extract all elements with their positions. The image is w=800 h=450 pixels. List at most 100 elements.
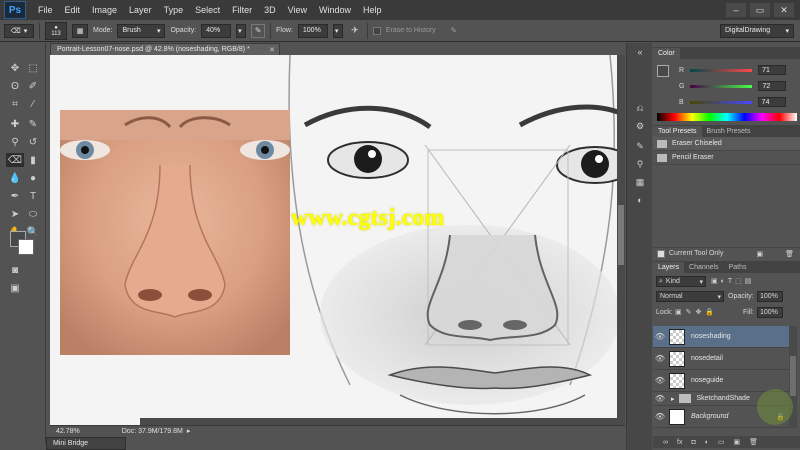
menu-view[interactable]: View (282, 5, 313, 15)
mini-bridge-tab[interactable]: Mini Bridge (46, 437, 126, 450)
green-slider[interactable] (690, 84, 753, 88)
trash-icon[interactable]: 🗑 (785, 250, 794, 258)
eyedropper-tool-icon[interactable]: ⁄ (24, 97, 42, 111)
blue-slider[interactable] (689, 100, 752, 104)
scrollbar-thumb[interactable] (790, 356, 796, 396)
layer-opacity-input[interactable]: 100% (757, 291, 783, 302)
blur-tool-icon[interactable]: 💧 (6, 171, 24, 185)
quick-select-tool-icon[interactable]: ✐ (24, 79, 42, 93)
trash-icon[interactable]: 🗑 (749, 438, 758, 446)
tab-channels[interactable]: Channels (684, 262, 724, 273)
current-tool-only-checkbox[interactable] (657, 249, 665, 258)
properties-panel-icon[interactable]: ⚙ (634, 121, 646, 131)
tab-tool-presets[interactable]: Tool Presets (653, 126, 702, 137)
preset-item[interactable]: Eraser Chiseled (653, 137, 800, 151)
layer-row[interactable]: 👁 noseshading (653, 326, 789, 348)
opacity-dropdown[interactable]: ▾ (236, 23, 247, 38)
tab-paths[interactable]: Paths (724, 262, 752, 273)
group-icon[interactable]: ▭ (718, 438, 725, 446)
zoom-tool-icon[interactable]: 🔍 (24, 225, 42, 239)
disclosure-triangle-icon[interactable]: ▸ (671, 395, 675, 403)
adjustments-panel-icon[interactable]: ◐ (634, 195, 646, 205)
horizontal-scrollbar[interactable] (140, 418, 617, 425)
new-preset-icon[interactable]: ▣ (756, 250, 763, 258)
brush-size-picker[interactable]: ● 113 (45, 21, 67, 40)
ellipse-tool-icon[interactable]: ⬭ (24, 207, 42, 221)
quick-mask-icon[interactable]: ◙ (6, 263, 24, 277)
layer-name[interactable]: nosedetail (691, 355, 723, 362)
menu-filter[interactable]: Filter (226, 5, 258, 15)
fx-icon[interactable]: fx (677, 439, 682, 446)
menu-window[interactable]: Window (313, 5, 357, 15)
close-tab-icon[interactable]: ✕ (269, 46, 275, 54)
menu-layer[interactable]: Layer (123, 5, 158, 15)
foreground-swatch[interactable] (657, 65, 669, 77)
brush-panel-icon[interactable]: ✎ (634, 141, 646, 151)
airbrush-icon[interactable]: ✈ (348, 24, 362, 38)
healing-brush-tool-icon[interactable]: ✚ (6, 117, 24, 131)
workspace-switcher[interactable]: DigitalDrawing ▾ (720, 23, 794, 38)
menu-help[interactable]: Help (357, 5, 388, 15)
brush-tool-icon[interactable]: ✎ (24, 117, 42, 131)
screen-mode-icon[interactable]: ▣ (6, 281, 24, 295)
flow-input[interactable]: 100% (297, 23, 328, 38)
history-panel-icon[interactable]: ⎌ (634, 103, 646, 113)
green-input[interactable]: 72 (758, 81, 787, 91)
fill-input[interactable]: 100% (757, 307, 783, 318)
menu-select[interactable]: Select (189, 5, 226, 15)
move-tool-icon[interactable]: ✥ (6, 61, 24, 75)
minimize-button[interactable]: – (726, 3, 746, 17)
filter-icons[interactable]: ▣◐T⬚▤ (711, 277, 754, 285)
layer-row[interactable]: 👁 nosedetail (653, 348, 789, 370)
document-tab[interactable]: Portrait-Lesson07-nose.psd @ 42.8% (nose… (50, 43, 280, 55)
dodge-tool-icon[interactable]: ● (24, 171, 42, 185)
layer-name[interactable]: noseguide (691, 377, 723, 384)
history-brush-tool-icon[interactable]: ↺ (24, 135, 42, 149)
menu-file[interactable]: File (32, 5, 59, 15)
red-slider[interactable] (690, 68, 753, 72)
menu-3d[interactable]: 3D (258, 5, 282, 15)
clone-stamp-tool-icon[interactable]: ⚲ (6, 135, 24, 149)
type-tool-icon[interactable]: T (24, 189, 42, 203)
mode-select[interactable]: Brush ▾ (117, 23, 166, 38)
menu-type[interactable]: Type (158, 5, 190, 15)
menu-edit[interactable]: Edit (59, 5, 87, 15)
swatches-panel-icon[interactable]: ▦ (634, 177, 646, 187)
tab-brush-presets[interactable]: Brush Presets (702, 126, 756, 137)
blue-input[interactable]: 74 (757, 97, 786, 107)
eye-icon[interactable]: 👁 (653, 354, 667, 363)
preset-item[interactable]: Pencil Eraser (653, 151, 800, 165)
path-select-tool-icon[interactable]: ➤ (6, 207, 24, 221)
pressure-size-icon[interactable]: ✎ (447, 24, 461, 38)
opacity-input[interactable]: 40% (201, 23, 232, 38)
flow-dropdown[interactable]: ▾ (332, 23, 343, 38)
layer-row[interactable]: 👁 noseguide (653, 370, 789, 392)
lock-icons[interactable]: ▣✎✥🔒 (675, 308, 718, 316)
pressure-opacity-icon[interactable]: ✎ (251, 23, 266, 38)
adjustment-icon[interactable]: ◐ (705, 439, 709, 446)
link-icon[interactable]: ∞ (663, 439, 668, 446)
clone-source-panel-icon[interactable]: ⚲ (634, 159, 646, 169)
layer-name[interactable]: noseshading (691, 333, 731, 340)
new-layer-icon[interactable]: ▣ (734, 438, 741, 446)
layer-name[interactable]: Background (691, 413, 728, 420)
menu-image[interactable]: Image (86, 5, 123, 15)
erase-to-history-checkbox[interactable] (372, 26, 381, 35)
blend-mode-select[interactable]: Normal ▾ (656, 291, 724, 302)
mask-icon[interactable]: ◘ (691, 439, 695, 446)
layer-name[interactable]: SketchandShade (697, 395, 750, 402)
close-window-button[interactable]: ✕ (774, 3, 794, 17)
eye-icon[interactable]: 👁 (653, 412, 667, 421)
document-canvas[interactable]: www.cgtsj.com (50, 55, 625, 425)
tab-color[interactable]: Color (653, 48, 680, 59)
rect-marquee-tool-icon[interactable]: ⬚ (24, 61, 42, 75)
scrollbar-thumb[interactable] (618, 205, 624, 265)
brush-panel-toggle[interactable]: ▦ (72, 23, 88, 38)
color-spectrum-ramp[interactable] (657, 113, 797, 121)
lasso-tool-icon[interactable]: ʘ (6, 79, 24, 93)
gradient-tool-icon[interactable]: ▮ (24, 153, 42, 167)
collapse-icon[interactable]: « (634, 47, 646, 57)
crop-tool-icon[interactable]: ⌗ (6, 97, 24, 111)
eye-icon[interactable]: 👁 (653, 376, 667, 385)
eye-icon[interactable]: 👁 (653, 332, 667, 341)
